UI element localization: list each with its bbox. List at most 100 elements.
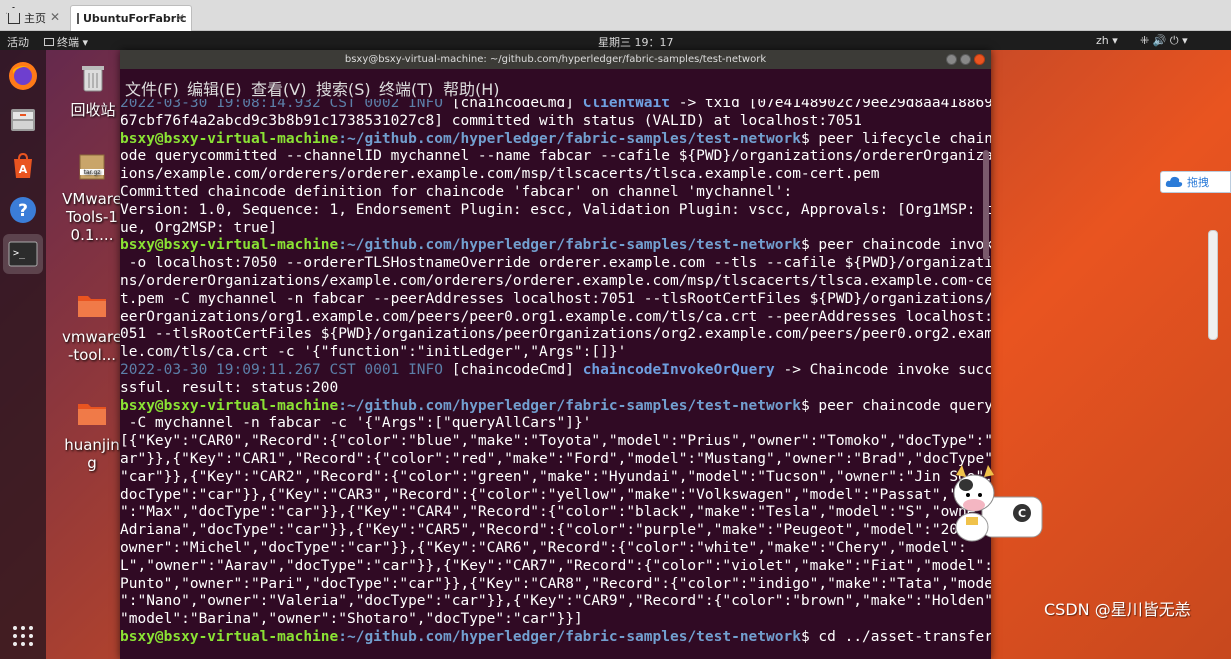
terminal-line: owner":"Michel","docType":"car"}},{"Key"…	[120, 540, 967, 556]
tab-ubuntu-vm[interactable]: UbuntuForFabric ✕	[70, 5, 192, 31]
terminal-prompt-line: bsxy@bsxy-virtual-machine:~/github.com/h…	[120, 131, 991, 149]
svg-text:C: C	[1018, 507, 1026, 520]
terminal-line: docType":"car"}},{"Key":"CAR3","Record":…	[120, 486, 976, 503]
files-icon[interactable]	[3, 100, 43, 140]
vm-icon	[77, 13, 79, 24]
log-module: [chaincodeCmd]	[443, 362, 583, 378]
terminal-line: 2022-03-30 19:08:14.932 CST 0002 INFO [c…	[120, 99, 991, 113]
terminal-prompt-line: bsxy@bsxy-virtual-machine:~/github.com/h…	[120, 398, 991, 416]
terminal-window[interactable]: bsxy@bsxy-virtual-machine: ~/github.com/…	[120, 50, 991, 659]
desktop-icon-huanjing-folder[interactable]: huanjing	[62, 398, 122, 472]
menu-search[interactable]: 搜索(S)	[316, 76, 371, 100]
terminal-small-icon	[44, 38, 54, 46]
terminal-prompt-line: bsxy@bsxy-virtual-machine:~/github.com/h…	[120, 629, 991, 647]
gnome-top-bar: 活动 终端 ▾ 星期三 19：17 zh ▾ ⁜ 🔊 ⏻ ▾	[0, 31, 1231, 50]
svg-text:?: ?	[18, 201, 28, 221]
menu-terminal[interactable]: 终端(T)	[379, 76, 433, 100]
terminal-title-bar[interactable]: bsxy@bsxy-virtual-machine: ~/github.com/…	[120, 50, 991, 69]
log-timestamp: 2022-03-30 19:08:14.932 CST 0002 INFO	[120, 99, 444, 111]
terminal-icon[interactable]: >_	[3, 234, 43, 274]
terminal-line: Version: 1.0, Sequence: 1, Endorsement P…	[120, 201, 991, 218]
log-message: -> txid [07e4148902c79ee29d8aa4188699	[670, 99, 991, 111]
system-status-icons[interactable]: ⁜ 🔊 ⏻ ▾	[1140, 34, 1188, 48]
tab-vm-label: UbuntuForFabric	[83, 12, 187, 25]
desktop-icon-vmware-tools-archive[interactable]: tar.gz VMwareTools-10.1....	[62, 152, 122, 244]
home-icon	[8, 12, 20, 24]
prompt-path: :~/github.com/hyperledger/fabric-samples…	[338, 629, 801, 645]
log-function: chaincodeInvokeOrQuery	[582, 362, 775, 378]
menu-help[interactable]: 帮助(H)	[443, 76, 500, 100]
tab-home-label: 主页	[24, 12, 46, 25]
clock[interactable]: 星期三 19：17	[598, 34, 674, 50]
folder-icon	[78, 404, 106, 425]
prompt-user: bsxy@bsxy-virtual-machine	[120, 130, 339, 147]
terminal-line: 67cbf76f4a2abcd9c3b8b91c1738531027c8] co…	[120, 112, 863, 129]
terminal-title: bsxy@bsxy-virtual-machine: ~/github.com/…	[344, 54, 767, 65]
ubuntu-desktop: 活动 终端 ▾ 星期三 19：17 zh ▾ ⁜ 🔊 ⏻ ▾ A ? >_ 回收…	[0, 31, 1231, 659]
app-menu[interactable]: 终端 ▾	[44, 34, 88, 50]
menu-view[interactable]: 查看(V)	[251, 76, 306, 100]
terminal-line: Committed chaincode definition for chain…	[120, 184, 793, 200]
terminal-line: Punto","owner":"Pari","docType":"car"}},…	[120, 575, 991, 592]
cow-mascot-icon: C	[953, 465, 1043, 542]
desktop-icon-trash[interactable]: 回收站	[62, 63, 124, 119]
close-icon[interactable]: ✕	[50, 10, 60, 24]
software-icon[interactable]: A	[3, 146, 43, 186]
desktop-icon-label: VMwareTools-10.1....	[62, 190, 122, 244]
terminal-line: "model":"Barina","owner":"Shotaro","docT…	[120, 611, 583, 628]
input-method[interactable]: zh ▾	[1096, 34, 1118, 47]
log-module: [chaincodeCmd]	[443, 99, 583, 111]
terminal-line: eerOrganizations/org1.example.com/peers/…	[120, 308, 991, 325]
terminal-line: ar"}},{"Key":"CAR1","Record":{"color":"r…	[120, 451, 991, 467]
terminal-line: -C mychannel -n fabcar -c '{"Args":["que…	[120, 415, 592, 432]
terminal-output[interactable]: 2022-03-30 19:08:14.932 CST 0002 INFO [c…	[120, 99, 991, 659]
log-timestamp: 2022-03-30 19:09:11.267 CST 0001 INFO	[120, 362, 444, 378]
terminal-line: ns/ordererOrganizations/example.com/orde…	[120, 273, 991, 289]
page-scrollbar[interactable]	[1208, 230, 1218, 340]
ubuntu-dock: A ? >_	[0, 50, 46, 659]
tab-home[interactable]: 主页 ✕	[2, 5, 66, 31]
svg-text:A: A	[19, 163, 28, 176]
firefox-icon[interactable]	[3, 56, 43, 96]
terminal-line: ":"Nano","owner":"Valeria","docType":"ca…	[120, 593, 991, 610]
terminal-line: -o localhost:7050 --ordererTLSHostnameOv…	[120, 255, 991, 272]
log-message: -> Chaincode invoke succe	[774, 362, 991, 378]
terminal-line: ode querycommitted --channelID mychannel…	[120, 148, 991, 165]
terminal-prompt-line: bsxy@bsxy-virtual-machine:~/github.com/h…	[120, 237, 991, 255]
prompt-path: :~/github.com/hyperledger/fabric-samples…	[338, 397, 801, 414]
desktop-icon-label: 回收站	[70, 101, 116, 119]
side-float-label: 拖拽	[1187, 176, 1209, 189]
terminal-line: ions/example.com/orderers/orderer.exampl…	[120, 166, 880, 183]
command-text: $ peer chaincode query	[800, 397, 991, 414]
help-icon[interactable]: ?	[3, 190, 43, 230]
archive-icon: tar.gz	[79, 154, 105, 180]
minimize-icon[interactable]	[946, 54, 957, 65]
folder-icon	[78, 296, 106, 317]
terminal-line: L","owner":"Aarav","docType":"car"}},{"K…	[120, 557, 991, 574]
command-text: $ cd ../asset-transfer-	[800, 629, 991, 645]
log-function: ClientWait	[582, 99, 671, 111]
close-icon[interactable]	[974, 54, 985, 65]
menu-edit[interactable]: 编辑(E)	[187, 76, 242, 100]
activities-button[interactable]: 活动	[7, 34, 29, 50]
terminal-line: "car"}},{"Key":"CAR2","Record":{"color":…	[120, 468, 991, 485]
prompt-user: bsxy@bsxy-virtual-machine	[120, 629, 339, 645]
desktop-icon-vmware-tool-folder[interactable]: vmware-tool...	[62, 290, 122, 364]
terminal-line: 2022-03-30 19:09:11.267 CST 0001 INFO [c…	[120, 362, 991, 380]
maximize-icon[interactable]	[960, 54, 971, 65]
desktop-icon-label: vmware-tool...	[62, 328, 123, 364]
app-menu-label: 终端 ▾	[57, 36, 89, 49]
trash-icon	[82, 66, 104, 92]
menu-file[interactable]: 文件(F)	[125, 76, 179, 100]
desktop-icon-label: huanjing	[64, 436, 120, 472]
prompt-user: bsxy@bsxy-virtual-machine	[120, 397, 339, 414]
command-text: $ peer lifecycle chainc	[800, 130, 991, 147]
terminal-scrollbar[interactable]	[983, 150, 989, 260]
side-float-button[interactable]: 拖拽	[1160, 171, 1231, 193]
apps-grid-icon[interactable]	[3, 616, 43, 656]
close-icon[interactable]: ✕	[175, 11, 185, 25]
terminal-line: ssful. result: status:200	[120, 379, 339, 396]
svg-text:>_: >_	[13, 248, 26, 259]
terminal-menu-bar: 文件(F) 编辑(E) 查看(V) 搜索(S) 终端(T) 帮助(H)	[120, 69, 991, 99]
prompt-path: :~/github.com/hyperledger/fabric-samples…	[338, 237, 801, 254]
